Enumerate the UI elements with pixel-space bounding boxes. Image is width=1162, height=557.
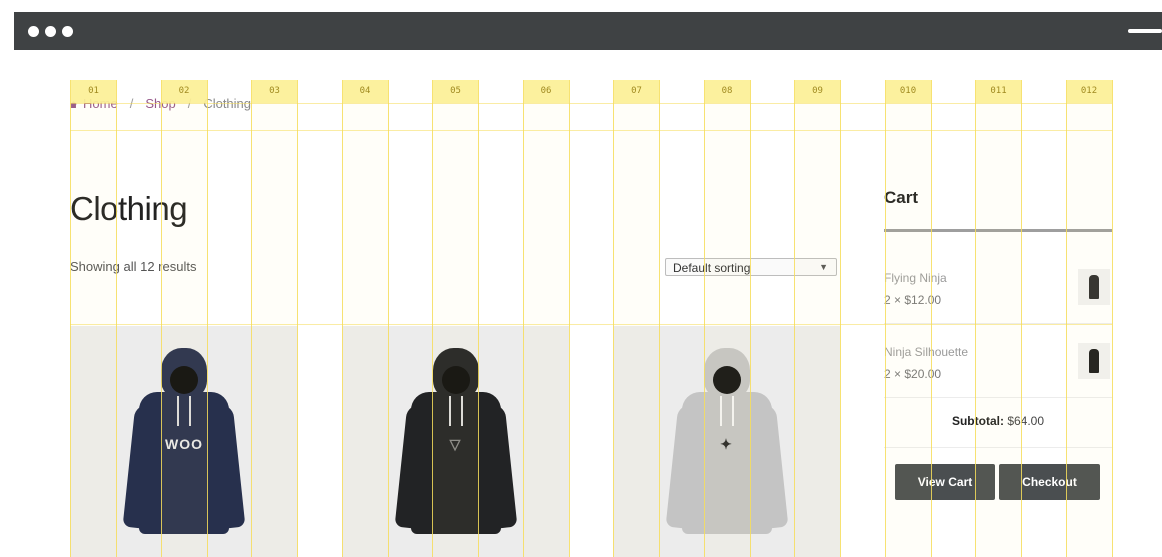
- view-cart-button[interactable]: View Cart: [895, 464, 995, 500]
- cart-title: Cart: [884, 188, 919, 207]
- checkout-button[interactable]: Checkout: [999, 464, 1100, 500]
- window-dot-icon[interactable]: [28, 26, 39, 37]
- hoodie-image: ✦: [665, 348, 788, 557]
- breadcrumb-separator: /: [187, 96, 192, 111]
- product-card[interactable]: WOO: [70, 326, 298, 557]
- hoodie-image: WOO: [122, 348, 246, 557]
- grid-column-label: 07: [614, 80, 659, 103]
- product-card[interactable]: ▽: [342, 326, 569, 557]
- sort-select[interactable]: Default sorting ▼: [665, 258, 837, 276]
- grid-column-label: 012: [1066, 80, 1112, 103]
- breadcrumb-separator: /: [129, 96, 134, 111]
- grid-column-label: 09: [795, 80, 840, 103]
- grid-column-label: 010: [885, 80, 931, 103]
- breadcrumb-current: Clothing: [203, 96, 252, 111]
- cart-subtotal: Subtotal: $64.00: [884, 414, 1112, 428]
- breadcrumb: Home / Shop / Clothing: [70, 96, 251, 111]
- home-icon: [70, 101, 77, 109]
- page-title: Clothing: [70, 190, 188, 227]
- hoodie-logo: WOO: [165, 436, 203, 452]
- cart-item-name[interactable]: Ninja Silhouette: [884, 345, 968, 359]
- subtotal-label: Subtotal:: [951, 414, 1004, 428]
- grid-column-label: 03: [252, 80, 297, 103]
- hoodie-icon: [1089, 275, 1099, 299]
- cart-item-thumbnail[interactable]: [1078, 343, 1110, 379]
- grid-column-label: 04: [342, 80, 388, 103]
- grid-column-label: 06: [523, 80, 569, 103]
- browser-topbar: [14, 12, 1162, 50]
- breadcrumb-home-link[interactable]: Home: [83, 96, 118, 111]
- hoodie-logo: ✦: [720, 436, 733, 452]
- subtotal-value: $64.00: [1007, 414, 1045, 428]
- window-dot-icon[interactable]: [62, 26, 73, 37]
- cart-item[interactable]: Ninja Silhouette 2 × $20.00: [884, 325, 1112, 398]
- cart-divider: [884, 447, 1112, 448]
- cart-item-quantity: 2 × $12.00: [884, 293, 942, 307]
- grid-guide-line: [70, 130, 1112, 131]
- cart-item[interactable]: Flying Ninja 2 × $12.00: [884, 251, 1112, 324]
- hamburger-menu-icon[interactable]: [1128, 29, 1162, 33]
- window-dot-icon[interactable]: [45, 26, 56, 37]
- grid-column-label: 05: [433, 80, 478, 103]
- hoodie-icon: [1089, 349, 1099, 373]
- product-card[interactable]: ✦: [613, 326, 840, 557]
- hoodie-logo: ▽: [449, 436, 462, 452]
- result-count: Showing all 12 results: [70, 259, 197, 274]
- cart-title-divider: [884, 229, 1112, 232]
- breadcrumb-shop-link[interactable]: Shop: [145, 96, 175, 111]
- cart-item-quantity: 2 × $20.00: [884, 367, 942, 381]
- sort-select-value: Default sorting: [673, 261, 751, 275]
- cart-item-thumbnail[interactable]: [1078, 269, 1110, 305]
- hoodie-image: ▽: [394, 348, 517, 557]
- cart-item-name[interactable]: Flying Ninja: [884, 271, 947, 285]
- grid-column-label: 011: [976, 80, 1021, 103]
- chevron-down-icon: ▼: [819, 262, 828, 272]
- grid-column-label: 08: [704, 80, 750, 103]
